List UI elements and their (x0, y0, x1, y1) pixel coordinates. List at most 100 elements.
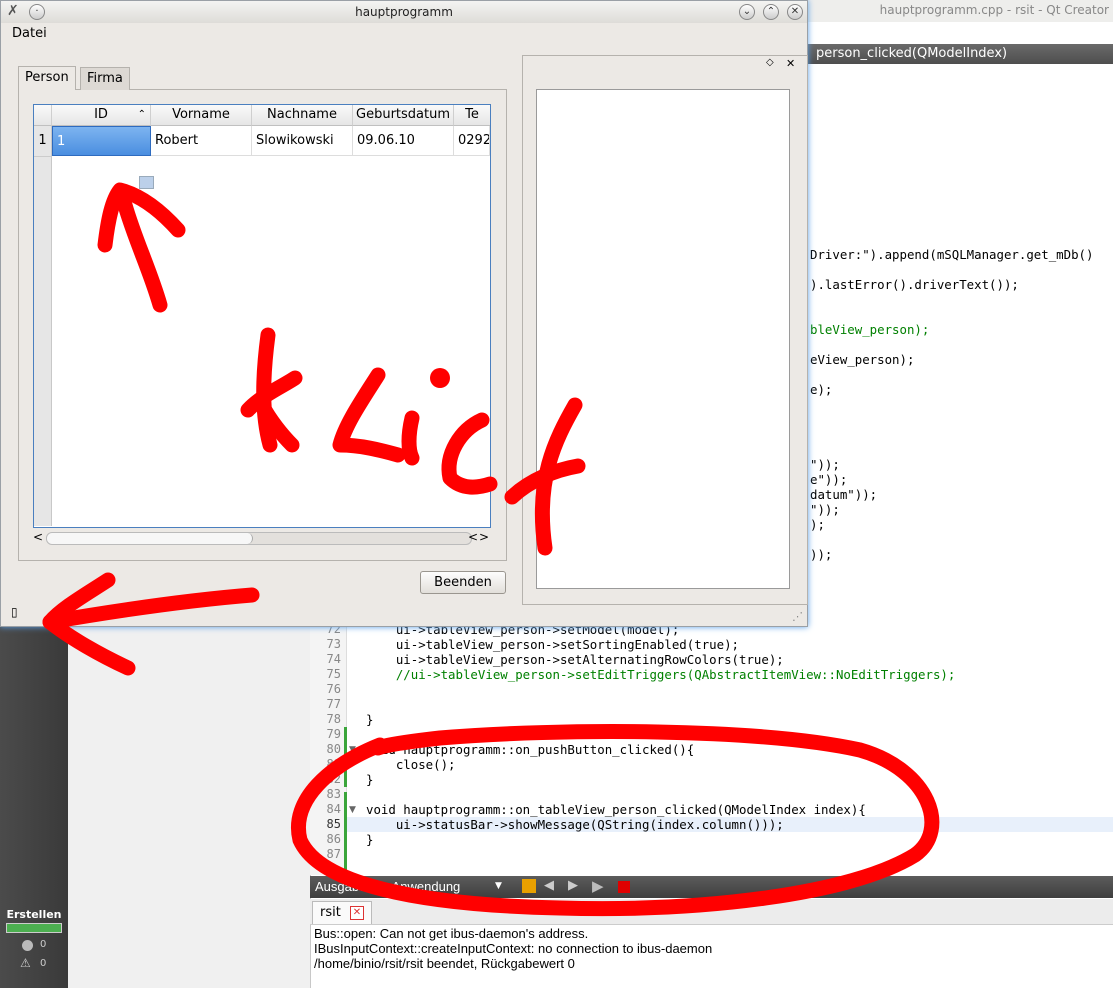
output-pane-toolbar: Ausgabe der Anwendung ▼ ◀ ▶ ▶ (310, 876, 1113, 898)
table-cell-id[interactable]: 1 (52, 126, 151, 156)
dock-float-icon[interactable]: ◇ (766, 57, 774, 68)
line-number: 87 (326, 847, 341, 861)
output-tab-label: rsit (320, 905, 341, 920)
code-fragment: datum")); (810, 487, 878, 502)
code-fragment: eView_person); (810, 352, 915, 367)
code-fragment: e")); (810, 472, 848, 487)
scrollbar-track[interactable] (46, 532, 472, 545)
line-number: 85 (326, 817, 341, 831)
column-header-id[interactable]: ID ⌃ (52, 105, 151, 126)
application-output: Bus::open: Can not get ibus-daemon's add… (314, 926, 712, 971)
warning-icon[interactable]: ⚠ (20, 956, 31, 970)
output-tab-bar: rsit ✕ (310, 899, 1113, 925)
dropdown-arrow-icon[interactable]: ▼ (495, 881, 502, 891)
editor-function-selector[interactable]: person_clicked(QModelIndex) (808, 44, 1113, 64)
error-count: 0 (40, 939, 47, 950)
code-line: } (366, 712, 374, 727)
column-header-label: ID (94, 107, 108, 122)
code-fragment: ); (810, 517, 825, 532)
window-title: hauptprogramm (355, 5, 453, 19)
code-line: ui->statusBar->showMessage(QString(index… (366, 817, 784, 832)
line-number: 74 (326, 652, 341, 666)
stop-icon[interactable] (618, 881, 630, 893)
size-grip-icon[interactable]: ⋰ (792, 610, 803, 623)
build-label: Erstellen (6, 908, 62, 921)
table-cell-vorname[interactable]: Robert (151, 126, 252, 156)
menu-datei[interactable]: Datei (12, 26, 47, 41)
column-header-nachname[interactable]: Nachname (252, 105, 353, 126)
menubar: Datei (1, 23, 807, 45)
line-number: 75 (326, 667, 341, 681)
line-number: 82 (326, 772, 341, 786)
code-fragment: )); (810, 547, 833, 562)
code-line: void hauptprogramm::on_pushButton_clicke… (366, 742, 695, 757)
scroll-right-icon[interactable]: > (479, 530, 489, 544)
code-line: ui->tableView_person->setAlternatingRowC… (366, 652, 784, 667)
status-bar-message: ▯ (11, 605, 18, 619)
output-line: Bus::open: Can not get ibus-daemon's add… (314, 926, 589, 941)
code-line: } (366, 772, 374, 787)
editor-function-label: person_clicked(QModelIndex) (816, 46, 1008, 61)
line-number: 80 (326, 742, 341, 756)
hauptprogramm-window: ✗ · hauptprogramm ⌄ ⌃ ✕ Datei Person Fir… (0, 0, 808, 627)
table-view-person[interactable]: ID ⌃ Vorname Nachname Geburtsdatum Te 1 … (33, 104, 491, 528)
code-fragment: Driver:").append(mSQLManager.get_mDb() (810, 247, 1094, 262)
sort-indicator-icon: ⌃ (137, 109, 146, 120)
line-number: 84 (326, 802, 341, 816)
table-cell-geburtsdatum[interactable]: 09.06.10 (353, 126, 454, 156)
close-icon[interactable]: ✕ (787, 4, 803, 20)
error-icon[interactable] (22, 940, 33, 951)
scroll-left-icon[interactable]: < (33, 530, 43, 544)
dock-content-view[interactable] (536, 89, 790, 589)
rerun-icon[interactable] (522, 879, 536, 893)
line-number: 79 (326, 727, 341, 741)
table-corner[interactable] (34, 105, 52, 126)
dock-close-icon[interactable]: ✕ (786, 57, 795, 70)
column-header-geburtsdatum[interactable]: Geburtsdatum (353, 105, 454, 126)
next-icon[interactable]: ▶ (568, 878, 578, 893)
tab-person[interactable]: Person (18, 66, 76, 90)
build-progress-bar (6, 923, 62, 933)
output-line: IBusInputContext::createInputContext: no… (314, 941, 713, 956)
qtcreator-window-title: hauptprogramm.cpp - rsit - Qt Creator (879, 3, 1109, 17)
change-marker (344, 792, 347, 872)
row-header-column: 1 (34, 126, 52, 526)
line-number: 86 (326, 832, 341, 846)
horizontal-scrollbar[interactable]: < < > (33, 530, 489, 546)
column-header-vorname[interactable]: Vorname (151, 105, 252, 126)
code-line: } (366, 832, 374, 847)
close-icon[interactable]: ✕ (350, 906, 364, 920)
code-fragment: e); (810, 382, 833, 397)
output-pane-selector[interactable]: Ausgabe der Anwendung (315, 879, 460, 894)
line-number: 76 (326, 682, 341, 696)
code-fragment: ")); (810, 457, 840, 472)
mode-sidebar: Erstellen 0 ⚠ 0 (0, 620, 68, 988)
change-marker (344, 727, 347, 787)
code-fragment: bleView_person); (810, 322, 930, 337)
table-cell-telefon[interactable]: 02921 (454, 126, 490, 156)
beenden-button[interactable]: Beenden (420, 571, 506, 594)
fold-arrow-icon[interactable]: ▼ (349, 805, 356, 815)
scrollbar-thumb[interactable] (47, 533, 253, 544)
fold-arrow-icon[interactable]: ▼ (349, 745, 356, 755)
line-number: 73 (326, 637, 341, 651)
minimize-icon[interactable]: ⌄ (739, 4, 755, 20)
maximize-icon[interactable]: ⌃ (763, 4, 779, 20)
row-header[interactable]: 1 (34, 126, 51, 157)
warning-count: 0 (40, 958, 47, 969)
table-cell-nachname[interactable]: Slowikowski (252, 126, 353, 156)
line-number: 77 (326, 697, 341, 711)
code-fragment: ")); (810, 502, 840, 517)
output-line: /home/binio/rsit/rsit beendet, Rückgabew… (314, 956, 575, 971)
run-icon[interactable]: ▶ (592, 877, 604, 895)
previous-icon[interactable]: ◀ (544, 878, 554, 893)
column-header-telefon[interactable]: Te (454, 105, 490, 126)
output-tab-rsit[interactable]: rsit ✕ (312, 901, 372, 924)
tab-firma[interactable]: Firma (80, 67, 130, 90)
drag-cursor-icon (139, 176, 154, 189)
code-line: close(); (366, 757, 456, 772)
line-number: 81 (326, 757, 341, 771)
line-number: 78 (326, 712, 341, 726)
window-titlebar[interactable]: ✗ · hauptprogramm ⌄ ⌃ ✕ (1, 1, 807, 23)
scroll-left-icon[interactable]: < (468, 530, 478, 544)
